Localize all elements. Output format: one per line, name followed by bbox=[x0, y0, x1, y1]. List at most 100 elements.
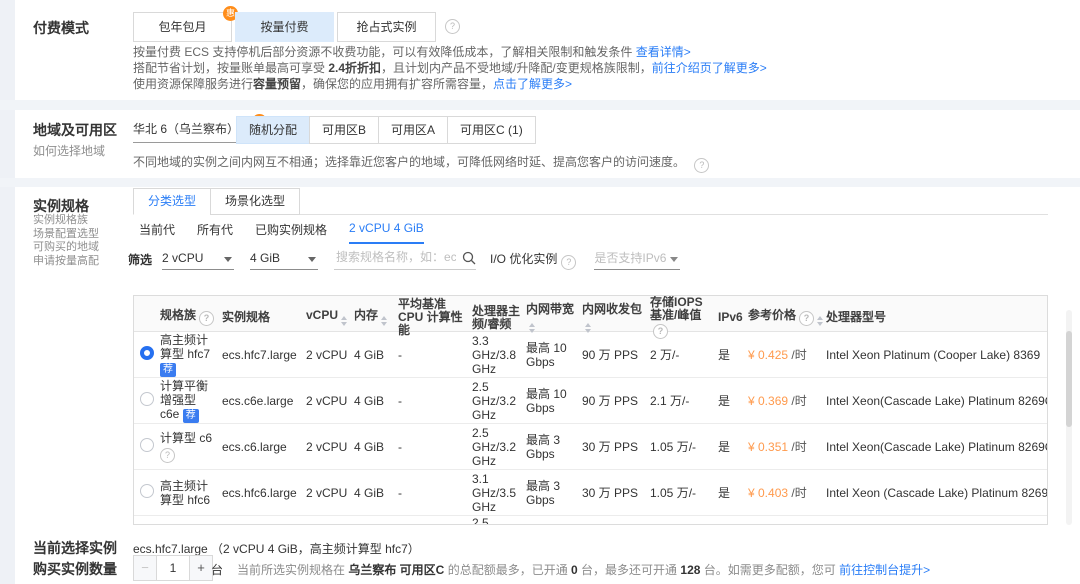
cell-family: 计算型 c6 bbox=[160, 431, 222, 463]
sort-icon[interactable] bbox=[341, 316, 347, 326]
column-header[interactable]: 内存 bbox=[354, 309, 398, 326]
cell-family: 计算平衡增强型 c6e 荐 bbox=[160, 379, 222, 423]
column-header-label: IPv6 bbox=[718, 310, 743, 324]
question-icon[interactable] bbox=[199, 311, 214, 326]
family-name: 高主频计算型 hfc6 bbox=[160, 479, 210, 507]
sort-icon[interactable] bbox=[817, 316, 823, 326]
row-radio[interactable] bbox=[140, 392, 154, 406]
row-radio[interactable] bbox=[140, 346, 154, 360]
column-header[interactable]: 实例规格 bbox=[222, 311, 306, 324]
how-to-choose-region-link[interactable]: 如何选择地域 bbox=[33, 142, 105, 159]
io-help-question-icon[interactable] bbox=[561, 255, 576, 270]
payment-option-label: 抢占式实例 bbox=[356, 20, 416, 34]
payment-option-preemptible[interactable]: 抢占式实例 bbox=[337, 12, 436, 42]
sort-icon[interactable] bbox=[529, 323, 535, 333]
search-icon[interactable] bbox=[462, 251, 476, 268]
column-header[interactable]: 规格族 bbox=[160, 309, 222, 326]
subtab-current-gen[interactable]: 当前代 bbox=[139, 221, 175, 244]
subtab-purchased-specs[interactable]: 已购实例规格 bbox=[255, 221, 327, 244]
increase-quota-link[interactable]: 前往控制台提升> bbox=[839, 563, 930, 577]
cell-price: ¥ 0.425 /时 bbox=[748, 348, 826, 362]
zone-tab-c[interactable]: 可用区C (1) bbox=[447, 116, 536, 144]
column-header[interactable]: vCPU bbox=[306, 309, 354, 326]
family-question-icon[interactable] bbox=[160, 448, 175, 463]
cell-vcpu: 2 vCPU bbox=[306, 486, 354, 500]
zone-tab-label: 可用区A bbox=[391, 123, 435, 137]
payment-option-subscription[interactable]: 包年包月 惠 bbox=[133, 12, 232, 42]
region-select[interactable]: 华北 6（乌兰察布） 惠 bbox=[133, 120, 245, 143]
row-radio[interactable] bbox=[140, 438, 154, 452]
column-header[interactable]: 内网带宽 bbox=[526, 303, 582, 333]
quantity-increase-button[interactable]: + bbox=[190, 556, 212, 580]
cell-price: ¥ 0.369 /时 bbox=[748, 394, 826, 408]
side-link-apply-quota[interactable]: 申请按量高配 bbox=[33, 255, 99, 269]
vcpu-filter-select[interactable]: 2 vCPU bbox=[162, 249, 234, 270]
table-scrollbar-thumb[interactable] bbox=[1066, 331, 1072, 427]
family-badge: 荐 bbox=[183, 409, 199, 423]
cell-spec-name: ecs.hfc6.large bbox=[222, 486, 306, 500]
page-left-margin bbox=[0, 0, 15, 584]
io-optimized-text: I/O 优化实例 bbox=[490, 252, 557, 266]
spec-table-body: 高主频计算型 hfc7 荐 ecs.hfc7.large 2 vCPU 4 Gi… bbox=[134, 332, 1047, 516]
question-icon[interactable] bbox=[653, 324, 668, 339]
table-row[interactable]: 高主频计算型 hfc6 ecs.hfc6.large 2 vCPU 4 GiB … bbox=[134, 470, 1047, 516]
desc-text: 使用资源保障服务进行 bbox=[133, 77, 253, 91]
io-optimized-label: I/O 优化实例 bbox=[490, 250, 576, 270]
quantity-input[interactable] bbox=[156, 556, 190, 580]
payment-desc-line: 搭配节省计划，按量账单最高可享受 2.4折折扣，且计划内产品不受地域/升降配/变… bbox=[133, 60, 767, 76]
tab-scenario-selection[interactable]: 场景化选型 bbox=[210, 188, 300, 215]
payment-help-question-icon[interactable] bbox=[445, 19, 460, 34]
spec-side-links: 实例规格族 场景配置选型 可购买的地域 申请按量高配 bbox=[33, 214, 99, 268]
price-value: ¥ 0.425 bbox=[748, 348, 788, 362]
side-link-purchasable-regions[interactable]: 可购买的地域 bbox=[33, 241, 99, 255]
subtab-label: 2 vCPU 4 GiB bbox=[349, 221, 424, 235]
ipv6-filter-select[interactable]: 是否支持IPv6 bbox=[594, 249, 680, 270]
table-row[interactable]: 计算型 c6 ecs.c6.large 2 vCPU 4 GiB - 2.5 G… bbox=[134, 424, 1047, 470]
cell-baseline-cpu: - bbox=[398, 440, 472, 454]
column-header[interactable]: 处理器主频/睿频 bbox=[472, 305, 526, 331]
quantity-decrease-button[interactable]: − bbox=[134, 556, 156, 580]
table-row[interactable]: 计算平衡增强型 c6e 荐 ecs.c6e.large 2 vCPU 4 GiB… bbox=[134, 378, 1047, 424]
intro-page-link[interactable]: 前往介绍页了解更多> bbox=[652, 61, 767, 75]
family-name: 计算型 c6 bbox=[160, 431, 212, 445]
tab-category-selection[interactable]: 分类选型 bbox=[133, 188, 211, 215]
column-header[interactable]: 内网收发包 bbox=[582, 303, 650, 333]
zone-tab-a[interactable]: 可用区A bbox=[378, 116, 448, 144]
column-header[interactable]: 存储IOPS 基准/峰值 bbox=[650, 296, 718, 339]
column-header[interactable]: 处理器型号 bbox=[826, 311, 1047, 324]
price-unit: /时 bbox=[791, 394, 806, 408]
price-unit: /时 bbox=[791, 486, 806, 500]
sort-icon[interactable] bbox=[585, 323, 591, 333]
row-radio[interactable] bbox=[140, 484, 154, 498]
learn-more-link[interactable]: 点击了解更多> bbox=[493, 77, 572, 91]
section-instance-spec: 实例规格 实例规格族 场景配置选型 可购买的地域 申请按量高配 分类选型 场景化… bbox=[15, 187, 1080, 584]
column-header[interactable]: IPv6 bbox=[718, 311, 748, 324]
payment-mode-label: 付费模式 bbox=[33, 18, 89, 38]
column-header-label: 参考价格 bbox=[748, 308, 796, 322]
zone-tab-random[interactable]: 随机分配 bbox=[236, 116, 310, 144]
memory-filter-select[interactable]: 4 GiB bbox=[250, 249, 318, 270]
cell-radio bbox=[134, 346, 160, 363]
cell-price: ¥ 0.351 /时 bbox=[748, 440, 826, 454]
region-select-value: 华北 6（乌兰察布） bbox=[133, 122, 239, 136]
cell-ipv6: 是 bbox=[718, 394, 748, 408]
side-link-spec-families[interactable]: 实例规格族 bbox=[33, 214, 99, 228]
subtab-2vcpu-4gib[interactable]: 2 vCPU 4 GiB bbox=[349, 221, 424, 244]
region-help-question-icon[interactable] bbox=[694, 158, 709, 173]
column-header[interactable]: 参考价格 bbox=[748, 309, 826, 326]
spec-search-input[interactable] bbox=[334, 249, 458, 265]
desc-bold-text: 容量预留 bbox=[253, 77, 301, 91]
question-icon[interactable] bbox=[799, 311, 814, 326]
column-header[interactable]: 平均基准CPU 计算性能 bbox=[398, 298, 472, 337]
table-row-partial[interactable]: 2.5 bbox=[134, 516, 1047, 525]
side-link-scenario-config[interactable]: 场景配置选型 bbox=[33, 228, 99, 242]
table-row[interactable]: 高主频计算型 hfc7 荐 ecs.hfc7.large 2 vCPU 4 Gi… bbox=[134, 332, 1047, 378]
column-header-label: 内存 bbox=[354, 308, 378, 322]
subtab-all-gen[interactable]: 所有代 bbox=[197, 221, 233, 244]
view-details-link[interactable]: 查看详情> bbox=[636, 45, 691, 59]
sort-icon[interactable] bbox=[381, 316, 387, 326]
cell-bandwidth: 最高 3 Gbps bbox=[526, 433, 582, 461]
payment-option-pay-as-you-go[interactable]: 按量付费 bbox=[235, 12, 334, 42]
cell-pps: 90 万 PPS bbox=[582, 394, 650, 408]
zone-tab-b[interactable]: 可用区B bbox=[309, 116, 379, 144]
